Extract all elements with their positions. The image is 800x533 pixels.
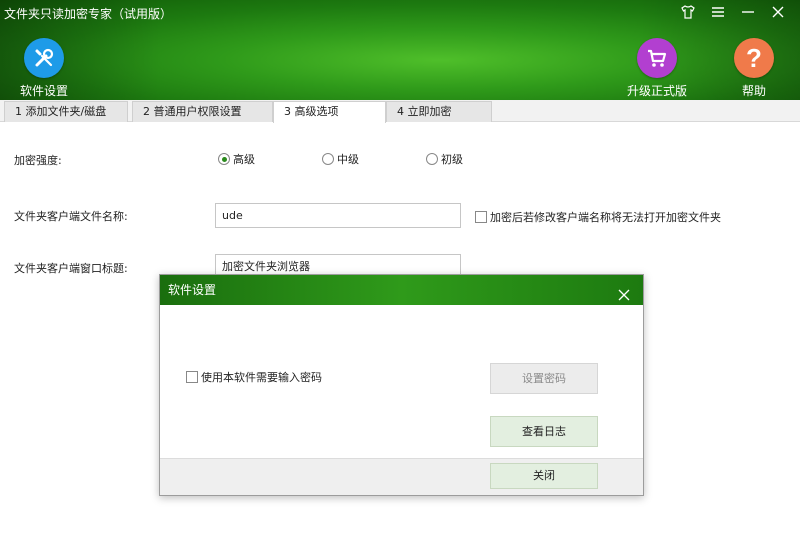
require-password-label: 使用本软件需要输入密码 — [201, 371, 322, 384]
dialog-title: 软件设置 — [168, 283, 217, 297]
checkbox-box — [186, 371, 198, 383]
help-label: 帮助 — [741, 84, 766, 98]
header-banner: 文件夹只读加密专家（试用版） 软件设置 升级正式版 ? 帮助 — [0, 0, 800, 100]
minimize-icon[interactable] — [740, 4, 756, 20]
upgrade-label: 升级正式版 — [627, 84, 688, 98]
radio-dot — [426, 153, 438, 165]
client-filename-label: 文件夹客户端文件名称: — [14, 210, 128, 223]
close-button[interactable]: 关闭 — [490, 463, 598, 489]
rename-warning-checkbox[interactable]: 加密后若修改客户端名称将无法打开加密文件夹 — [475, 209, 721, 225]
strength-high-label: 高级 — [233, 153, 255, 166]
window-controls — [680, 4, 786, 20]
radio-dot — [218, 153, 230, 165]
help-button[interactable]: ? 帮助 — [734, 38, 774, 99]
settings-dialog: 软件设置 使用本软件需要输入密码 设置密码 查看日志 关闭 — [159, 274, 644, 496]
radio-dot — [322, 153, 334, 165]
settings-label: 软件设置 — [20, 84, 69, 98]
strength-label: 加密强度: — [14, 154, 62, 167]
strength-medium-radio[interactable]: 中级 — [322, 151, 359, 167]
skin-shirt-icon[interactable] — [680, 4, 696, 20]
strength-medium-label: 中级 — [337, 153, 359, 166]
strength-high-radio[interactable]: 高级 — [218, 151, 255, 167]
tab-user-permissions[interactable]: 2 普通用户权限设置 — [132, 101, 273, 122]
view-log-button[interactable]: 查看日志 — [490, 416, 598, 447]
wrench-screwdriver-icon — [24, 38, 64, 78]
dialog-footer: 关闭 — [160, 458, 643, 495]
window-title-label: 文件夹客户端窗口标题: — [14, 262, 128, 275]
tab-advanced-options[interactable]: 3 高级选项 — [273, 101, 386, 123]
tab-encrypt-now[interactable]: 4 立即加密 — [386, 101, 492, 122]
settings-button[interactable]: 软件设置 — [20, 38, 68, 99]
question-icon: ? — [734, 38, 774, 78]
app-title: 文件夹只读加密专家（试用版） — [4, 7, 173, 21]
client-filename-input[interactable]: ude — [215, 203, 461, 228]
close-icon[interactable] — [770, 4, 786, 20]
set-password-button[interactable]: 设置密码 — [490, 363, 598, 394]
dialog-close-icon[interactable] — [617, 283, 631, 301]
require-password-checkbox[interactable]: 使用本软件需要输入密码 — [186, 369, 322, 385]
strength-low-radio[interactable]: 初级 — [426, 151, 463, 167]
dialog-titlebar: 软件设置 — [160, 275, 643, 305]
checkbox-box — [475, 211, 487, 223]
strength-low-label: 初级 — [441, 153, 463, 166]
upgrade-button[interactable]: 升级正式版 — [627, 38, 687, 99]
rename-warning-label: 加密后若修改客户端名称将无法打开加密文件夹 — [490, 211, 721, 224]
menu-icon[interactable] — [710, 4, 726, 20]
dialog-body: 使用本软件需要输入密码 设置密码 查看日志 — [160, 305, 643, 459]
tab-bar: 1 添加文件夹/磁盘 2 普通用户权限设置 3 高级选项 4 立即加密 — [0, 100, 800, 123]
shopping-cart-icon — [637, 38, 677, 78]
help-symbol: ? — [746, 43, 762, 73]
tab-add-folder[interactable]: 1 添加文件夹/磁盘 — [4, 101, 128, 122]
